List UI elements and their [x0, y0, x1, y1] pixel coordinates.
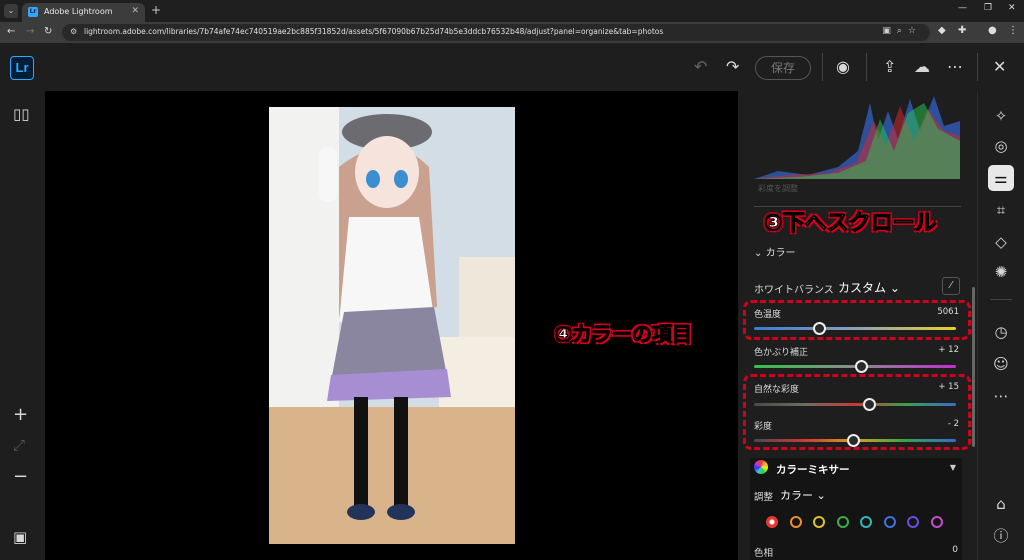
- adjust-sliders-icon[interactable]: ⚌: [988, 165, 1014, 191]
- tint-label: 色かぶり補正: [754, 348, 809, 358]
- redo-icon[interactable]: ↷: [726, 57, 739, 76]
- tag-icon[interactable]: ⌂: [988, 491, 1014, 517]
- white-balance-label: ホワイトバランス: [754, 285, 834, 296]
- left-toolbar: ▯▯ + ⤢ − ▣: [0, 91, 45, 560]
- lightroom-logo[interactable]: Lr: [10, 56, 34, 80]
- minimize-icon[interactable]: —: [958, 3, 967, 13]
- tint-value[interactable]: + 12: [938, 345, 959, 355]
- more-icon[interactable]: ⋯: [947, 57, 963, 76]
- eye-icon[interactable]: ◉: [836, 57, 850, 76]
- chevron-down-icon: ⌄: [889, 281, 900, 295]
- tab-menu-icon[interactable]: ⌄: [4, 4, 18, 18]
- color-swatch-6[interactable]: [907, 516, 919, 528]
- tab-title: Adobe Lightroom: [44, 7, 113, 16]
- tab-close-icon[interactable]: ✕: [131, 6, 139, 16]
- color-items-annotation: ④カラーの項目: [555, 322, 693, 347]
- icon-bar-divider: [990, 299, 1012, 300]
- url-text: lightroom.adobe.com/libraries/7b74afe74e…: [84, 27, 664, 36]
- radial-icon[interactable]: ✺: [988, 259, 1014, 285]
- lightroom-header: Lr ↶ ↷ 保存 ◉ ⇪ ☁ ⋯ ✕: [0, 43, 1024, 91]
- header-divider: [977, 53, 978, 81]
- filmstrip-icon[interactable]: ▣: [13, 528, 27, 546]
- adjust-label: 調整: [754, 492, 774, 503]
- header-divider: [822, 53, 823, 81]
- new-tab-plus-icon[interactable]: +: [151, 3, 161, 17]
- color-mixer-section: カラーミキサー ▼ 調整 カラー ⌄ 色相 0: [750, 458, 962, 560]
- back-icon[interactable]: ←: [7, 26, 15, 37]
- adjust-value: カラー: [780, 489, 813, 502]
- color-swatch-5[interactable]: [883, 516, 896, 528]
- hue-label: 色相: [754, 548, 774, 559]
- color-wheel-icon: [754, 460, 768, 474]
- browser-tab[interactable]: Lr Adobe Lightroom ✕: [22, 3, 145, 22]
- color-swatch-3[interactable]: [836, 516, 849, 528]
- color-section-header[interactable]: ⌄ カラー: [754, 244, 796, 259]
- crop-icon[interactable]: ⌗: [988, 197, 1014, 223]
- doll-photo[interactable]: [269, 107, 515, 544]
- color-swatch-4[interactable]: [860, 516, 872, 528]
- compare-icon[interactable]: ▯▯: [13, 105, 30, 123]
- adjust-select[interactable]: カラー ⌄: [780, 487, 826, 503]
- extensions-puzzle-icon[interactable]: ✚: [958, 25, 966, 36]
- eraser-icon[interactable]: ◇: [988, 229, 1014, 255]
- histogram: [754, 96, 960, 179]
- caret-down-icon[interactable]: ▼: [950, 463, 956, 472]
- forward-icon[interactable]: →: [26, 26, 34, 37]
- chevron-down-icon: ⌄: [754, 248, 766, 259]
- history-icon[interactable]: ◷: [988, 319, 1014, 345]
- scroll-down-annotation: ③下へスクロール: [764, 211, 938, 237]
- more-icon[interactable]: ⋯: [988, 383, 1014, 409]
- save-button[interactable]: 保存: [755, 56, 811, 80]
- share-icon[interactable]: ⇪: [883, 57, 896, 76]
- zoom-in-icon[interactable]: +: [13, 404, 28, 425]
- browser-menu-icon[interactable]: ⋮: [1008, 25, 1018, 36]
- white-balance-value: カスタム: [838, 281, 887, 295]
- browser-tabstrip: ⌄ Lr Adobe Lightroom ✕ + — ❐ ✕: [0, 0, 1024, 22]
- color-section-title: カラー: [765, 248, 796, 259]
- color-mixer-title[interactable]: カラーミキサー: [776, 462, 850, 477]
- white-balance-select[interactable]: カスタム ⌄: [838, 279, 900, 296]
- profile-icon[interactable]: ●: [988, 25, 997, 36]
- tint-slider-thumb[interactable]: [855, 360, 869, 373]
- url-actions-icon[interactable]: ▣⌕☆: [882, 26, 922, 36]
- color-swatch-0[interactable]: [766, 516, 778, 528]
- undo-icon[interactable]: ↶: [694, 57, 707, 76]
- color-swatch-2[interactable]: [813, 516, 825, 528]
- url-input[interactable]: ⚙ lightroom.adobe.com/libraries/7b74afe7…: [62, 24, 930, 41]
- info-icon[interactable]: ⓘ: [988, 523, 1014, 549]
- temperature-highlight-box: [743, 300, 971, 340]
- presets-icon[interactable]: ☺: [988, 351, 1014, 377]
- maximize-icon[interactable]: ❐: [984, 3, 992, 13]
- edit-panel: 彩度を調整 ⌄ カラー ホワイトバランス カスタム ⌄ ⁄ 色温度 5061 色…: [738, 91, 977, 560]
- histogram-caption: 彩度を調整: [754, 183, 961, 207]
- tint-slider[interactable]: [754, 360, 956, 373]
- hue-value[interactable]: 0: [952, 545, 958, 555]
- saturation-highlight-box: [743, 374, 971, 450]
- eyedropper-icon[interactable]: ⁄: [942, 277, 960, 295]
- header-divider: [866, 53, 867, 81]
- healing-icon[interactable]: ◎: [988, 133, 1014, 159]
- fit-icon[interactable]: ⤢: [13, 436, 25, 454]
- reload-icon[interactable]: ↻: [44, 26, 52, 37]
- extension-icon[interactable]: ◆: [938, 25, 946, 36]
- auto-edit-icon[interactable]: ✧: [988, 103, 1014, 129]
- color-swatch-7[interactable]: [930, 516, 943, 528]
- zoom-out-icon[interactable]: −: [13, 466, 28, 487]
- address-bar-row: ← → ↻ ⚙ lightroom.adobe.com/libraries/7b…: [0, 22, 1024, 43]
- window-close-icon[interactable]: ✕: [1008, 3, 1016, 13]
- panel-scrollbar[interactable]: [972, 287, 975, 447]
- site-info-icon[interactable]: ⚙: [70, 27, 77, 36]
- right-icon-bar: ✧ ◎ ⚌ ⌗ ◇ ✺ ◷ ☺ ⋯ ⌂ ⓘ: [977, 91, 1024, 560]
- color-swatch-1[interactable]: [789, 516, 802, 528]
- close-icon[interactable]: ✕: [993, 57, 1006, 76]
- doll-illustration: [269, 107, 515, 544]
- chevron-down-icon: ⌄: [816, 489, 826, 502]
- cloud-icon[interactable]: ☁: [914, 57, 930, 76]
- lightroom-favicon-icon: Lr: [28, 7, 38, 17]
